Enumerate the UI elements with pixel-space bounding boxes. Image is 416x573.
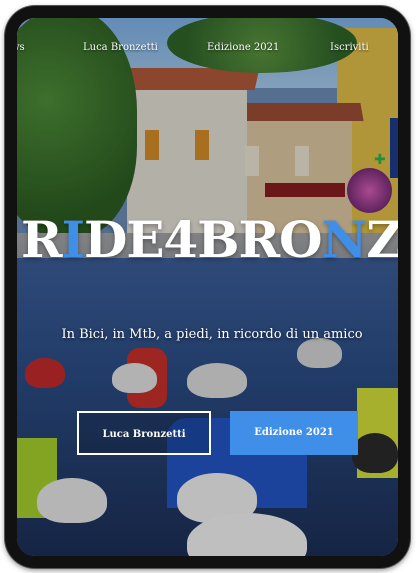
nav-link-iscriviti[interactable]: Iscriviti <box>330 42 369 54</box>
screen: ✚ ws Luca Bronzetti Edizione 2021 Iscriv… <box>17 18 398 556</box>
hero-subtitle: In Bici, in Mtb, a piedi, in ricordo di … <box>61 327 363 342</box>
luca-bronzetti-button[interactable]: Luca Bronzetti <box>77 411 211 455</box>
hero-title-accent: N <box>321 210 368 269</box>
hero-title-part: R <box>21 210 63 269</box>
hero-title: RIDE4BRONZ <box>17 210 398 270</box>
nav-link-news[interactable]: ws <box>17 42 25 54</box>
top-nav: ws Luca Bronzetti Edizione 2021 Iscrivit… <box>17 18 398 58</box>
nav-link-luca-bronzetti[interactable]: Luca Bronzetti <box>83 42 158 54</box>
hero-title-accent: I <box>61 210 85 269</box>
background-photo: ✚ <box>17 18 398 556</box>
hero-title-part: DE4BRO <box>83 210 323 269</box>
tablet-frame: ✚ ws Luca Bronzetti Edizione 2021 Iscriv… <box>5 6 410 568</box>
nav-link-edizione-2021[interactable]: Edizione 2021 <box>207 42 279 54</box>
hero-title-part: Z <box>366 210 398 269</box>
edizione-2021-button[interactable]: Edizione 2021 <box>230 411 358 455</box>
